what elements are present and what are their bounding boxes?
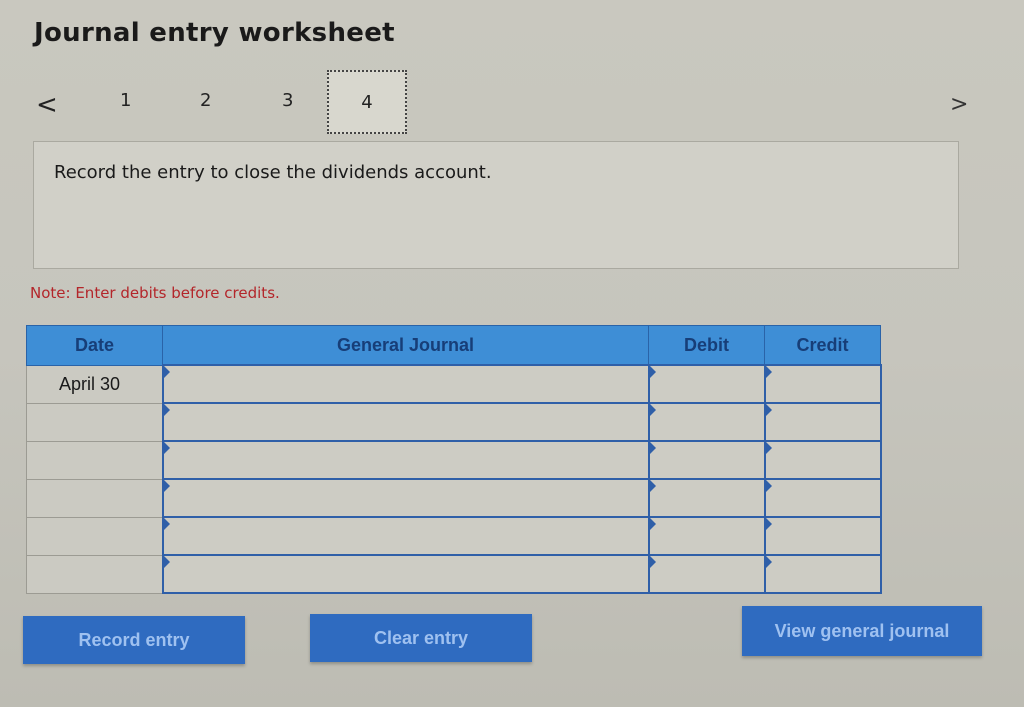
step-3[interactable]: 3 xyxy=(282,90,293,111)
debit-input[interactable] xyxy=(647,516,766,556)
step-1[interactable]: 1 xyxy=(120,90,131,111)
note-text: Note: Enter debits before credits. xyxy=(30,284,280,302)
clear-entry-button[interactable]: Clear entry xyxy=(310,614,532,662)
column-header-debit: Debit xyxy=(648,325,765,366)
table-row xyxy=(26,478,882,518)
account-input[interactable] xyxy=(161,554,650,594)
table-row xyxy=(26,554,882,594)
instruction-box: Record the entry to close the dividends … xyxy=(33,141,959,269)
credit-input[interactable] xyxy=(763,516,882,556)
step-4-active[interactable]: 4 xyxy=(327,70,407,134)
account-input[interactable] xyxy=(161,516,650,556)
column-header-general-journal: General Journal xyxy=(162,325,649,366)
record-entry-button[interactable]: Record entry xyxy=(23,616,245,664)
page-title: Journal entry worksheet xyxy=(34,18,395,48)
column-header-credit: Credit xyxy=(764,325,881,366)
view-general-journal-button[interactable]: View general journal xyxy=(742,606,982,656)
journal-table: Date General Journal Debit Credit April … xyxy=(26,325,882,594)
table-row xyxy=(26,440,882,480)
credit-input[interactable] xyxy=(763,478,882,518)
step-4-label: 4 xyxy=(361,91,373,113)
journal-header-row: Date General Journal Debit Credit xyxy=(26,325,881,366)
table-row: April 30 xyxy=(26,364,882,404)
debit-input[interactable] xyxy=(647,402,766,442)
debit-input[interactable] xyxy=(647,440,766,480)
instruction-text: Record the entry to close the dividends … xyxy=(54,162,492,183)
date-cell: April 30 xyxy=(26,364,163,404)
debit-input[interactable] xyxy=(647,364,766,404)
table-row xyxy=(26,516,882,556)
credit-input[interactable] xyxy=(763,440,882,480)
credit-input[interactable] xyxy=(763,364,882,404)
step-navigation: < 1 2 3 4 > xyxy=(0,70,1024,140)
table-row xyxy=(26,402,882,442)
account-input[interactable] xyxy=(161,478,650,518)
account-input[interactable] xyxy=(161,440,650,480)
account-input[interactable] xyxy=(161,402,650,442)
column-header-date: Date xyxy=(26,325,163,366)
debit-input[interactable] xyxy=(647,478,766,518)
step-2[interactable]: 2 xyxy=(200,90,211,111)
date-cell xyxy=(26,554,163,594)
date-cell xyxy=(26,402,163,442)
debit-input[interactable] xyxy=(647,554,766,594)
account-input[interactable] xyxy=(161,364,650,404)
date-cell xyxy=(26,516,163,556)
chevron-left-icon[interactable]: < xyxy=(36,90,58,120)
credit-input[interactable] xyxy=(763,554,882,594)
credit-input[interactable] xyxy=(763,402,882,442)
date-cell xyxy=(26,440,163,480)
chevron-right-icon[interactable]: > xyxy=(950,92,968,117)
date-cell xyxy=(26,478,163,518)
